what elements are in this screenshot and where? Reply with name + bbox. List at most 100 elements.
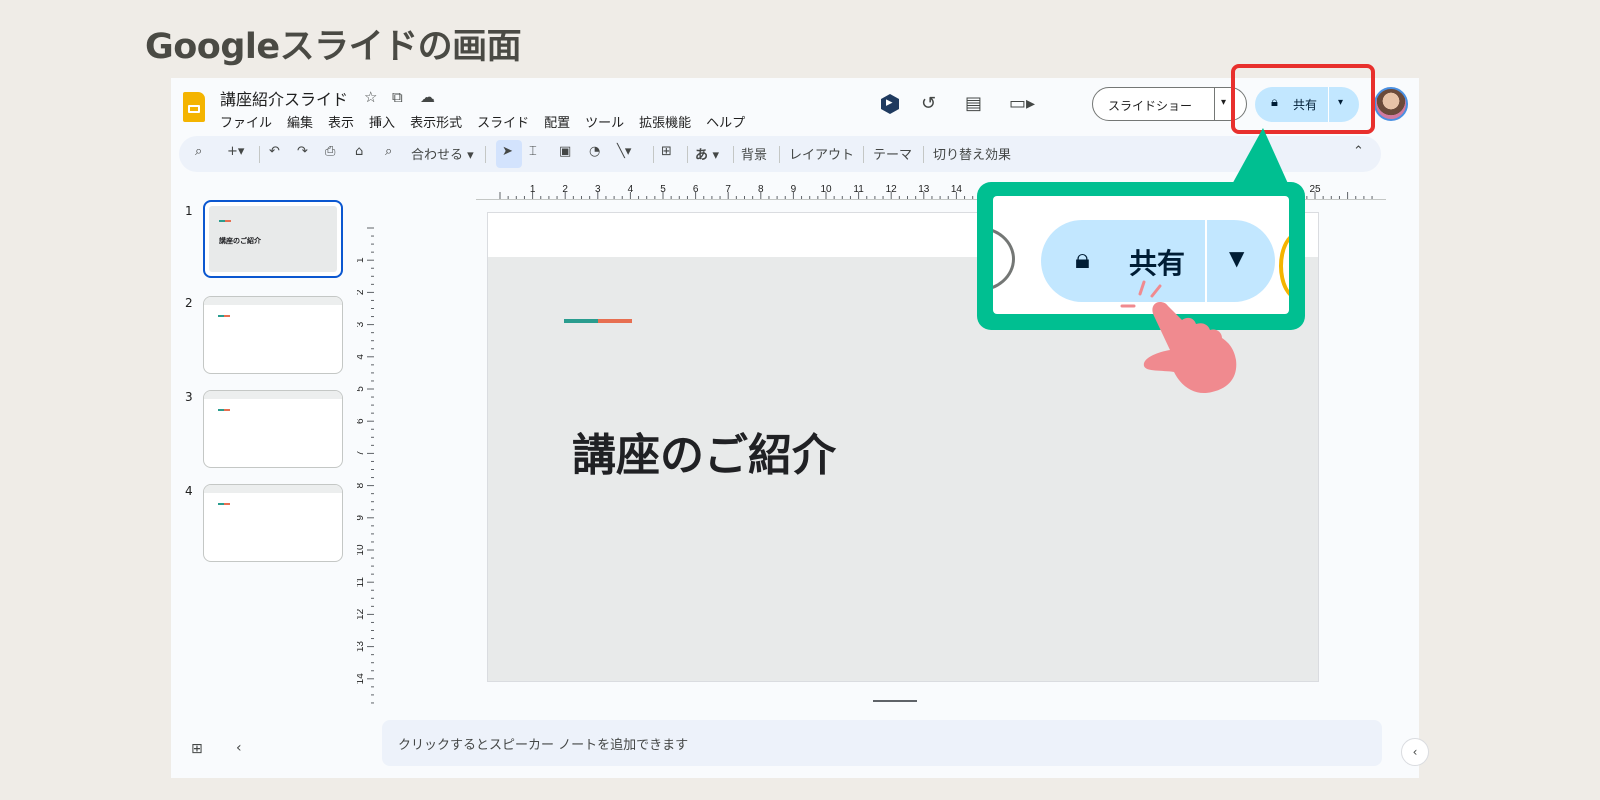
slide-accent-line bbox=[564, 319, 632, 323]
toolbar-divider bbox=[779, 146, 780, 163]
toolbar-divider bbox=[863, 146, 864, 163]
ruler-label: 9 bbox=[791, 184, 797, 195]
slide-thumbnail-1[interactable]: 講座のご紹介 bbox=[203, 200, 343, 278]
menu-edit[interactable]: 編集 bbox=[287, 112, 313, 131]
ruler-label: 10 bbox=[820, 184, 832, 195]
toolbar-divider bbox=[259, 146, 260, 163]
menu-view[interactable]: 表示 bbox=[328, 112, 354, 131]
slideshow-label: スライドショー bbox=[1108, 99, 1193, 113]
menu-extensions[interactable]: 拡張機能 bbox=[639, 112, 691, 131]
toolbar-divider bbox=[485, 146, 486, 163]
paint-format-icon[interactable]: ⌂ bbox=[355, 144, 363, 159]
speaker-notes[interactable]: クリックするとスピーカー ノートを追加できます bbox=[382, 720, 1382, 766]
ruler-label: 1 bbox=[357, 257, 366, 263]
slide-title[interactable]: 講座のご紹介 bbox=[572, 419, 836, 483]
ruler-label: 6 bbox=[693, 184, 699, 195]
chevron-down-icon[interactable]: ▾ bbox=[1221, 97, 1226, 108]
menu-file[interactable]: ファイル bbox=[220, 112, 272, 131]
menu-tools[interactable]: ツール bbox=[585, 112, 624, 131]
avatar[interactable] bbox=[1374, 87, 1408, 121]
page-title: Googleスライドの画面 bbox=[145, 27, 522, 67]
comment-icon[interactable]: ▤ bbox=[965, 93, 982, 114]
thumbnail-band bbox=[204, 297, 342, 305]
ruler-label: 13 bbox=[918, 184, 930, 195]
slide-number: 1 bbox=[185, 204, 193, 218]
menu-slide[interactable]: スライド bbox=[477, 112, 529, 131]
ruler-label: 5 bbox=[357, 386, 366, 392]
chevron-left-icon[interactable]: ‹ bbox=[236, 740, 242, 756]
ruler-label: 12 bbox=[886, 184, 898, 195]
slides-logo-icon[interactable] bbox=[183, 92, 205, 122]
move-folder-icon[interactable]: ⧉ bbox=[392, 88, 403, 106]
slide-thumbnail-2[interactable] bbox=[203, 296, 343, 374]
grid-view-icon[interactable]: ⊞ bbox=[191, 741, 203, 757]
transition-button[interactable]: 切り替え効果 bbox=[933, 144, 1011, 163]
collapse-toolbar-icon[interactable]: ⌃ bbox=[1353, 144, 1364, 159]
slideshow-button[interactable]: スライドショー ▾ bbox=[1092, 87, 1247, 121]
ruler-label: 3 bbox=[357, 321, 366, 327]
ruler-label: 12 bbox=[357, 608, 366, 620]
redo-icon[interactable]: ↷ bbox=[297, 144, 308, 159]
cloud-status-icon[interactable]: ☁ bbox=[420, 88, 435, 106]
zoom-label: 合わせる bbox=[411, 148, 464, 163]
line-icon[interactable]: ╲▾ bbox=[617, 144, 631, 159]
ruler-label: 7 bbox=[725, 184, 731, 195]
theme-button[interactable]: テーマ bbox=[873, 144, 912, 163]
zoom-share-divider bbox=[1205, 220, 1207, 302]
shape-icon[interactable]: ◔ bbox=[589, 144, 600, 159]
menu-bar: ファイル 編集 表示 挿入 表示形式 スライド 配置 ツール 拡張機能 ヘルプ bbox=[220, 112, 760, 131]
print-icon[interactable]: ⎙ bbox=[325, 144, 335, 159]
ruler-label: 8 bbox=[357, 482, 366, 488]
tap-sparkle-icon bbox=[1120, 280, 1162, 308]
document-title[interactable]: 講座紹介スライド bbox=[220, 86, 348, 110]
ruler-label: 9 bbox=[357, 515, 366, 521]
thumbnail-band bbox=[204, 391, 342, 399]
ruler-label: 10 bbox=[357, 544, 366, 556]
thumbnail-band bbox=[204, 485, 342, 493]
toolbar-divider bbox=[687, 146, 688, 163]
speaker-notes-placeholder: クリックするとスピーカー ノートを追加できます bbox=[398, 738, 689, 753]
thumbnail-accent-line bbox=[218, 409, 230, 411]
menu-insert[interactable]: 挿入 bbox=[369, 112, 395, 131]
zoom-select[interactable]: 合わせる ▾ bbox=[411, 144, 474, 163]
hand-shape bbox=[1143, 302, 1237, 394]
history-icon[interactable]: ↺ bbox=[921, 93, 936, 114]
menu-help[interactable]: ヘルプ bbox=[706, 112, 745, 131]
new-slide-icon[interactable]: +▾ bbox=[227, 144, 244, 159]
slide-number: 2 bbox=[185, 296, 193, 310]
input-tools-glyph: あ bbox=[695, 148, 709, 163]
toolbar-divider bbox=[733, 146, 734, 163]
search-icon[interactable]: ⌕ bbox=[195, 144, 202, 159]
share-highlight-box bbox=[1231, 64, 1375, 134]
ruler-label: 5 bbox=[660, 184, 666, 195]
side-panel-toggle-icon[interactable]: ‹ bbox=[1401, 738, 1429, 766]
zoom-icon[interactable]: ⌕ bbox=[385, 144, 392, 159]
menu-arrange[interactable]: 配置 bbox=[544, 112, 570, 131]
menu-format[interactable]: 表示形式 bbox=[410, 112, 462, 131]
chevron-down-icon: ▼ bbox=[1229, 246, 1245, 270]
slide-thumbnail-4[interactable] bbox=[203, 484, 343, 562]
extension-icon[interactable] bbox=[881, 94, 899, 114]
add-comment-icon[interactable]: ⊞ bbox=[661, 144, 672, 159]
slide-thumbnail-3[interactable] bbox=[203, 390, 343, 468]
undo-icon[interactable]: ↶ bbox=[269, 144, 280, 159]
select-cursor-icon[interactable]: ➤ bbox=[502, 144, 513, 159]
ruler-label: 1 bbox=[530, 184, 536, 195]
star-icon[interactable]: ☆ bbox=[364, 88, 377, 106]
toolbar-divider bbox=[653, 146, 654, 163]
notes-resize-handle[interactable] bbox=[873, 700, 917, 702]
input-tools-icon[interactable]: あ ▾ bbox=[695, 144, 719, 163]
slideshow-divider bbox=[1214, 88, 1215, 120]
thumbnail-accent-line bbox=[218, 503, 230, 505]
ruler-label: 4 bbox=[628, 184, 634, 195]
thumbnail-accent-line bbox=[218, 315, 230, 317]
background-button[interactable]: 背景 bbox=[741, 144, 767, 163]
vertical-ruler[interactable]: 1234567891011121314 bbox=[357, 214, 375, 774]
layout-button[interactable]: レイアウト bbox=[789, 144, 854, 163]
meet-icon[interactable]: ▭▸ bbox=[1009, 93, 1035, 114]
text-box-icon[interactable]: ⌶ bbox=[529, 144, 537, 159]
zoom-avatar-edge bbox=[1279, 232, 1289, 300]
slide-number: 4 bbox=[185, 484, 193, 498]
ruler-label: 3 bbox=[595, 184, 601, 195]
image-icon[interactable]: ▣ bbox=[559, 144, 571, 159]
